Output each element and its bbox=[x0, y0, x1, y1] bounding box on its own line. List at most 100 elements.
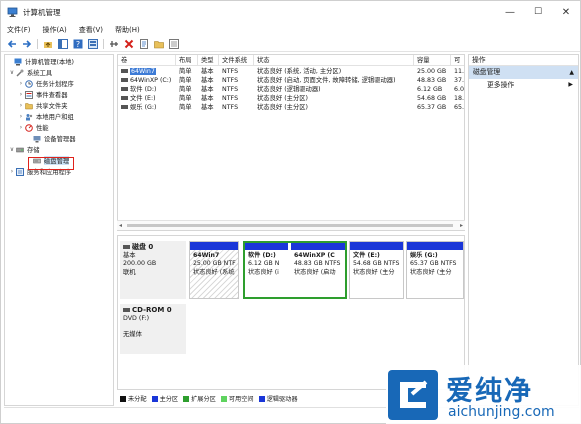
scrollbar-thumb[interactable] bbox=[127, 224, 453, 227]
expand-chevron-icon[interactable]: › bbox=[17, 102, 25, 109]
cell-type: 基本 bbox=[201, 104, 214, 111]
performance-icon bbox=[25, 123, 33, 132]
menu-file[interactable]: 文件(F) bbox=[7, 25, 31, 35]
expand-chevron-icon[interactable]: › bbox=[17, 124, 25, 131]
tree-item-system-tools[interactable]: ∨ 系统工具 bbox=[5, 67, 113, 78]
close-button[interactable]: ✕ bbox=[551, 1, 581, 23]
navigation-tree: 计算机管理(本地) ∨ 系统工具 › 任务计划程序 › 事件查看器 › 共享文件… bbox=[4, 54, 114, 406]
table-row[interactable]: 64Win7 简单 基本 NTFS 状态良好 (系统, 活动, 主分区) 25.… bbox=[118, 67, 464, 76]
collapse-chevron-icon[interactable]: ∨ bbox=[8, 146, 16, 153]
cell-layout: 简单 bbox=[179, 86, 192, 93]
cdrom-name: CD-ROM 0 bbox=[132, 306, 172, 314]
toolbar: ? bbox=[1, 36, 580, 52]
plug-icon bbox=[109, 40, 118, 47]
partition-64win7[interactable]: 64Win7 25.00 GB NTF 状态良好 (系统 bbox=[189, 241, 239, 299]
cell-capacity: 54.68 GB bbox=[417, 95, 447, 102]
scroll-right-icon[interactable]: ▸ bbox=[460, 222, 463, 229]
disk-0-title: 磁盘 0 bbox=[123, 243, 183, 252]
tree-item-storage[interactable]: ∨ 存储 bbox=[5, 144, 113, 155]
collapse-up-icon[interactable]: ▲ bbox=[569, 66, 574, 79]
drive-icon bbox=[121, 78, 128, 82]
expand-chevron-icon[interactable]: › bbox=[17, 91, 25, 98]
expand-chevron-icon[interactable]: › bbox=[8, 168, 16, 175]
table-row[interactable]: 软件 (D:) 简单 基本 NTFS 状态良好 (逻辑驱动器) 6.12 GB … bbox=[118, 85, 464, 94]
table-row[interactable]: 文件 (E:) 简单 基本 NTFS 状态良好 (主分区) 54.68 GB 1… bbox=[118, 94, 464, 103]
legend-item: 未分配 bbox=[120, 394, 147, 403]
tree-item-shared-folders[interactable]: › 共享文件夹 bbox=[5, 100, 113, 111]
partition-files-e[interactable]: 文件 (E:) 54.68 GB NTFS 状态良好 (主分 bbox=[349, 241, 404, 299]
tree-item-task-scheduler[interactable]: › 任务计划程序 bbox=[5, 78, 113, 89]
connect-button[interactable] bbox=[108, 38, 119, 49]
horizontal-scrollbar[interactable]: ◂ ▸ bbox=[117, 220, 465, 230]
table-row[interactable]: 娱乐 (G:) 简单 基本 NTFS 状态良好 (主分区) 65.37 GB 6… bbox=[118, 103, 464, 112]
storage-icon bbox=[16, 147, 24, 152]
show-hide-tree-button[interactable] bbox=[57, 38, 68, 49]
tree-item-label: 存储 bbox=[27, 147, 40, 154]
view-button[interactable] bbox=[87, 38, 98, 49]
partition-entertainment-g[interactable]: 娱乐 (G:) 65.37 GB NTFS 状态良好 (主分 bbox=[406, 241, 464, 299]
menu-help[interactable]: 帮助(H) bbox=[115, 25, 140, 35]
column-header-free-space[interactable]: 可 bbox=[451, 55, 464, 66]
partition-body: 娱乐 (G:) 65.37 GB NTFS 状态良好 (主分 bbox=[407, 250, 463, 298]
logo-mark-icon bbox=[400, 380, 428, 408]
tree-item-label: 设备管理器 bbox=[44, 136, 76, 143]
watermark-chinese: 爱纯净 bbox=[446, 376, 533, 407]
volume-name: 文件 (E:) bbox=[130, 95, 156, 102]
help-button[interactable]: ? bbox=[72, 38, 83, 49]
menu-view[interactable]: 查看(V) bbox=[79, 25, 103, 35]
column-header-layout[interactable]: 布局 bbox=[176, 55, 198, 66]
disk-name: 磁盘 0 bbox=[132, 243, 154, 251]
back-button[interactable] bbox=[6, 38, 17, 49]
export-list-button[interactable] bbox=[168, 38, 179, 49]
tree-item-computer-management[interactable]: 计算机管理(本地) bbox=[5, 56, 113, 67]
collapse-chevron-icon[interactable]: ∨ bbox=[8, 69, 16, 76]
properties-button[interactable] bbox=[138, 38, 149, 49]
computer-management-icon bbox=[7, 7, 18, 17]
toolbar-separator bbox=[37, 38, 38, 49]
cell-status: 状态良好 (系统, 活动, 主分区) bbox=[257, 68, 342, 75]
tree-item-event-viewer[interactable]: › 事件查看器 bbox=[5, 89, 113, 100]
open-folder-button[interactable] bbox=[153, 38, 164, 49]
up-level-button[interactable] bbox=[42, 38, 53, 49]
cell-free-space: 11. bbox=[454, 68, 465, 75]
maximize-button[interactable]: ☐ bbox=[523, 1, 553, 23]
forward-arrow-icon bbox=[22, 39, 31, 48]
delete-button[interactable] bbox=[123, 38, 134, 49]
cdrom-title: CD-ROM 0 bbox=[123, 306, 183, 315]
legend-label: 未分配 bbox=[128, 396, 147, 403]
column-header-status[interactable]: 状态 bbox=[254, 55, 414, 66]
table-row[interactable]: 64WinXP (C:) 简单 基本 NTFS 状态良好 (启动, 页面文件, … bbox=[118, 76, 464, 85]
cell-free-space: 6.0 bbox=[454, 86, 465, 93]
tree-item-label: 本地用户和组 bbox=[36, 114, 74, 121]
partition-size: 54.68 GB NTFS bbox=[353, 260, 400, 268]
column-header-type[interactable]: 类型 bbox=[198, 55, 219, 66]
minimize-button[interactable]: — bbox=[495, 1, 525, 23]
cell-volume-name: 文件 (E:) bbox=[118, 94, 176, 103]
column-header-filesystem[interactable]: 文件系统 bbox=[219, 55, 254, 66]
partition-status: 状态良好 (主分 bbox=[353, 268, 395, 276]
tree-item-local-users-groups[interactable]: › 本地用户和组 bbox=[5, 111, 113, 122]
cdrom-0-label[interactable]: CD-ROM 0 DVD (F:) 无媒体 bbox=[120, 304, 186, 354]
legend-item: 逻辑驱动器 bbox=[258, 394, 298, 403]
expand-chevron-icon[interactable]: › bbox=[17, 113, 25, 120]
column-header-volume[interactable]: 卷 bbox=[118, 55, 176, 66]
legend-item: 扩展分区 bbox=[183, 394, 216, 403]
disk-0-label[interactable]: 磁盘 0 基本 200.00 GB 联机 bbox=[120, 241, 186, 299]
cell-capacity: 25.00 GB bbox=[417, 68, 447, 75]
cell-filesystem: NTFS bbox=[222, 77, 239, 84]
legend-swatch bbox=[183, 395, 190, 402]
tree-item-label: 事件查看器 bbox=[36, 92, 68, 99]
more-actions-item[interactable]: 更多操作 ▶ bbox=[469, 79, 578, 91]
legend-swatch bbox=[120, 395, 126, 402]
tree-item-performance[interactable]: › 性能 bbox=[5, 122, 113, 133]
actions-section-disk-management[interactable]: 磁盘管理 ▲ bbox=[469, 66, 578, 79]
forward-button[interactable] bbox=[21, 38, 32, 49]
expand-chevron-icon[interactable]: › bbox=[17, 80, 25, 87]
partition-name: 64Win7 bbox=[193, 252, 220, 259]
actions-pane: 操作 磁盘管理 ▲ 更多操作 ▶ bbox=[468, 54, 579, 406]
disk-state: 联机 bbox=[123, 268, 136, 276]
column-header-capacity[interactable]: 容量 bbox=[414, 55, 451, 66]
tree-item-device-manager[interactable]: 设备管理器 bbox=[5, 133, 113, 144]
menu-action[interactable]: 操作(A) bbox=[43, 25, 67, 35]
scroll-left-icon[interactable]: ◂ bbox=[119, 222, 122, 229]
